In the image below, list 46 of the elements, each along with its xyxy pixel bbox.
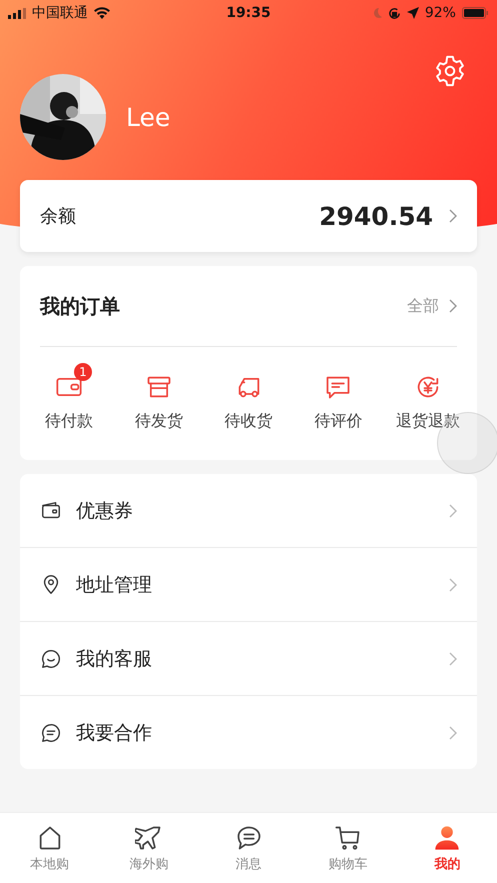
moon-icon — [372, 7, 382, 19]
menu-label: 优惠券 — [76, 498, 134, 524]
wifi-icon — [94, 7, 110, 19]
menu-label: 我要合作 — [76, 720, 153, 746]
signal-icon — [8, 8, 26, 18]
menu-item[interactable]: 我要合作 — [20, 696, 477, 769]
tab-item[interactable]: 我的 — [398, 813, 497, 883]
chat-icon — [40, 722, 62, 744]
chat-icon — [40, 648, 62, 670]
airplane-icon — [135, 824, 164, 852]
tab-item[interactable]: 消息 — [198, 813, 298, 883]
chevron-right-icon — [449, 726, 457, 740]
rotation-lock-icon — [388, 6, 401, 20]
chevron-right-icon — [449, 504, 457, 518]
person-icon — [433, 824, 462, 852]
menu-item[interactable]: 优惠券 — [20, 474, 477, 548]
balance-card[interactable]: 余额 2940.54 — [20, 180, 477, 252]
clock-time: 19:35 — [226, 5, 271, 21]
count-badge: 1 — [74, 363, 92, 381]
chat-icon — [234, 824, 263, 852]
chevron-right-icon — [449, 299, 457, 313]
tab-item[interactable]: 海外购 — [99, 813, 199, 883]
cart-icon — [334, 824, 362, 852]
chevron-right-icon — [449, 578, 457, 592]
menu-item[interactable]: 地址管理 — [20, 548, 477, 622]
tab-item[interactable]: 本地购 — [0, 813, 100, 883]
battery-icon — [462, 7, 489, 19]
order-status-button[interactable]: 待付款 1 — [26, 363, 112, 432]
location-arrow-icon — [406, 7, 419, 19]
menu-label: 我的客服 — [76, 646, 153, 672]
settings-icon[interactable] — [433, 54, 467, 88]
chevron-right-icon — [449, 652, 457, 666]
balance-amount: 2940.54 — [319, 202, 433, 230]
order-status-button[interactable]: 待收货 — [206, 363, 292, 432]
carrier-name: 中国联通 — [32, 4, 88, 22]
balance-label: 余额 — [40, 205, 76, 228]
user-name: Lee — [126, 102, 170, 132]
menu-item[interactable]: 我的客服 — [20, 622, 477, 696]
menu-label: 地址管理 — [76, 572, 153, 598]
order-status-button[interactable]: 退货退款 — [385, 363, 471, 432]
tab-item[interactable]: 购物车 — [298, 813, 398, 883]
order-status-button[interactable]: 待发货 — [116, 363, 202, 432]
orders-title: 我的订单 — [40, 292, 120, 320]
order-status-button[interactable]: 待评价 — [295, 363, 382, 432]
battery-percent: 92% — [424, 5, 456, 21]
chevron-right-icon — [449, 209, 457, 223]
